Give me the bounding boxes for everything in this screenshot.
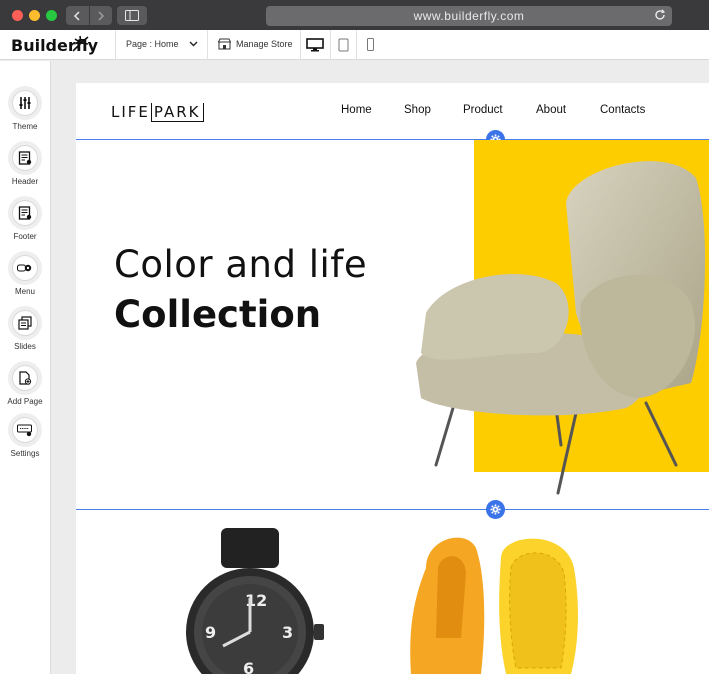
- mobile-icon[interactable]: [367, 38, 374, 51]
- tool-label: Settings: [10, 449, 40, 458]
- tool-slides[interactable]: Slides: [5, 306, 45, 351]
- toolbar-divider: [115, 30, 116, 60]
- page-select[interactable]: Page : Home: [126, 39, 179, 49]
- manage-store-label: Manage Store: [236, 39, 293, 49]
- sneakers-image: [410, 537, 578, 674]
- svg-text:9: 9: [205, 623, 216, 642]
- slides-icon: [18, 316, 32, 330]
- chevron-left-icon: [74, 10, 80, 21]
- site-nav-product[interactable]: Product: [463, 104, 503, 116]
- sidebar-toggle-button[interactable]: [117, 6, 147, 25]
- site-nav-contacts[interactable]: Contacts: [600, 104, 645, 116]
- tool-footer[interactable]: Footer: [5, 196, 45, 241]
- address-bar[interactable]: www.builderfly.com: [266, 6, 672, 26]
- site-nav-shop[interactable]: Shop: [404, 104, 431, 116]
- gear-icon: [490, 504, 501, 515]
- footer-doc-icon: [18, 206, 32, 220]
- site-nav-about[interactable]: About: [536, 104, 566, 116]
- back-button[interactable]: [66, 6, 89, 25]
- browser-chrome: www.builderfly.com: [0, 0, 709, 30]
- tool-add-page[interactable]: Add Page: [5, 361, 45, 406]
- sliders-icon: [19, 97, 31, 109]
- tool-label: Add Page: [7, 397, 43, 406]
- toolbar-divider: [207, 30, 208, 60]
- hero-title-line1[interactable]: Color and life: [114, 243, 367, 286]
- manage-store-button[interactable]: Manage Store: [218, 38, 293, 50]
- toolbar-divider: [300, 30, 301, 60]
- sidebar-icon: [125, 10, 139, 21]
- svg-text:3: 3: [282, 623, 293, 642]
- tool-theme[interactable]: Theme: [5, 86, 45, 131]
- tool-header[interactable]: Header: [5, 141, 45, 186]
- chevron-right-icon: [98, 10, 104, 21]
- watch-image: 12 9 3 6: [186, 528, 324, 674]
- history-nav: [66, 6, 112, 25]
- maximize-window-button[interactable]: [46, 10, 57, 21]
- minimize-window-button[interactable]: [29, 10, 40, 21]
- builder-tools-panel: Theme Header Footer Menu Slides Add Page: [0, 61, 51, 674]
- tool-label: Header: [11, 177, 39, 186]
- tool-settings[interactable]: Settings: [5, 413, 45, 458]
- site-nav-home[interactable]: Home: [341, 104, 372, 116]
- site-logo-part1: LIFE: [111, 103, 150, 121]
- site-logo-part2: PARK: [150, 102, 204, 122]
- page-canvas[interactable]: LIFE PARK Home Shop Product About Contac…: [76, 83, 709, 674]
- desktop-icon[interactable]: [306, 38, 324, 52]
- url-text: www.builderfly.com: [413, 9, 525, 23]
- builder-toolbar: Builderfly Page : Home Manage Store: [0, 30, 709, 60]
- toolbar-divider: [330, 30, 331, 60]
- tool-menu[interactable]: Menu: [5, 251, 45, 296]
- tool-label: Footer: [13, 232, 37, 241]
- store-icon: [218, 38, 231, 50]
- settings-keyboard-icon: [17, 424, 32, 437]
- site-logo[interactable]: LIFE PARK: [111, 97, 204, 127]
- forward-button[interactable]: [88, 6, 113, 25]
- armchair-image: [416, 161, 706, 495]
- add-page-icon: [19, 371, 32, 385]
- svg-text:6: 6: [243, 659, 254, 674]
- logo-spark-icon: [72, 35, 89, 52]
- tablet-icon[interactable]: [338, 38, 349, 52]
- tool-label: Slides: [14, 342, 36, 351]
- section-settings-button[interactable]: [486, 500, 505, 519]
- svg-text:12: 12: [245, 591, 267, 610]
- close-window-button[interactable]: [12, 10, 23, 21]
- hero-title-line2[interactable]: Collection: [114, 293, 321, 336]
- tool-label: Theme: [12, 122, 38, 131]
- chevron-down-icon[interactable]: [189, 41, 198, 47]
- section-boundary-line: [76, 509, 709, 510]
- reload-icon[interactable]: [654, 9, 666, 21]
- header-doc-icon: [18, 151, 32, 165]
- menu-gear-icon: [17, 264, 32, 272]
- toolbar-divider: [356, 30, 357, 60]
- tool-label: Menu: [14, 287, 35, 296]
